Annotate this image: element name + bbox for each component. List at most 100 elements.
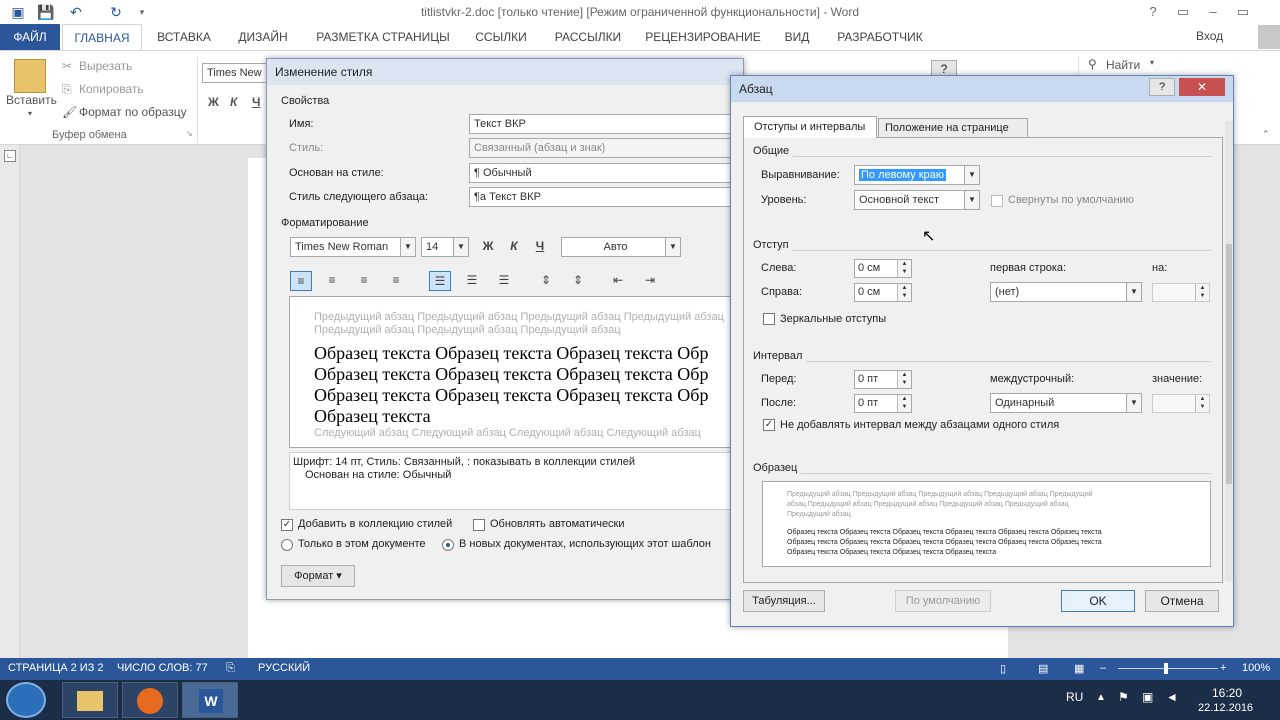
align-left-icon[interactable]: ≡: [290, 271, 312, 291]
align-justify-icon[interactable]: ≡: [385, 271, 407, 291]
flag-icon[interactable]: ⚑: [1118, 690, 1129, 704]
spin-arrows-icon[interactable]: ▲ ▼: [897, 371, 911, 388]
find-dropdown-icon[interactable]: ▾: [1150, 58, 1154, 67]
font-select[interactable]: Times New Roman ▼: [290, 237, 416, 257]
volume-icon[interactable]: ◄: [1166, 690, 1178, 704]
one-half-spacing-icon[interactable]: ☰: [461, 271, 483, 291]
spin-arrows-icon[interactable]: ▲ ▼: [897, 395, 911, 412]
space-before-icon[interactable]: ⇕: [535, 271, 557, 291]
copy-button[interactable]: Копировать: [79, 82, 144, 96]
spin-arrows-icon[interactable]: ▲ ▼: [1195, 284, 1209, 301]
underline-button[interactable]: Ч: [252, 95, 260, 109]
cut-icon[interactable]: ✂: [62, 59, 72, 73]
cancel-button[interactable]: Отмена: [1145, 590, 1219, 612]
find-button[interactable]: Найти: [1106, 58, 1140, 72]
left-indent-spinner[interactable]: 0 см ▲ ▼: [854, 259, 912, 278]
tab-review[interactable]: РЕЦЕНЗИРОВАНИЕ: [642, 24, 764, 50]
tab-references[interactable]: ССЫЛКИ: [470, 24, 532, 50]
language-indicator[interactable]: РУССКИЙ: [258, 662, 310, 674]
before-spinner[interactable]: 0 пт ▲ ▼: [854, 370, 912, 389]
only-this-doc-radio[interactable]: [281, 539, 293, 551]
right-indent-spinner[interactable]: 0 см ▲ ▼: [854, 283, 912, 302]
spin-arrows-icon[interactable]: ▲ ▼: [1195, 395, 1209, 412]
underline-toggle[interactable]: Ч: [529, 237, 551, 257]
tab-home[interactable]: ГЛАВНАЯ: [62, 24, 142, 51]
increase-indent-icon[interactable]: ⇥: [639, 271, 661, 291]
collapse-ribbon-icon[interactable]: ⌃: [1262, 129, 1270, 140]
tab-layout[interactable]: РАЗМЕТКА СТРАНИЦЫ: [312, 24, 454, 50]
font-name-box[interactable]: Times New: [202, 63, 272, 83]
single-spacing-icon[interactable]: ☰: [429, 271, 451, 291]
zoom-out-icon[interactable]: –: [1100, 662, 1106, 674]
level-select[interactable]: Основной текст ▼: [854, 190, 980, 210]
value-spinner[interactable]: ▲ ▼: [1152, 394, 1210, 413]
paste-icon[interactable]: [14, 59, 46, 93]
bold-toggle[interactable]: Ж: [477, 237, 499, 257]
maximize-icon[interactable]: ▭: [1230, 2, 1256, 22]
word-taskbar-icon[interactable]: W: [182, 682, 238, 718]
read-mode-icon[interactable]: ▯: [1000, 662, 1006, 675]
signin-link[interactable]: Вход: [1196, 29, 1223, 43]
tray-expand-icon[interactable]: ▲: [1096, 692, 1106, 703]
line-spacing-select[interactable]: Одинарный ▼: [990, 393, 1142, 413]
tab-indents[interactable]: Отступы и интервалы: [743, 116, 877, 138]
binoculars-icon[interactable]: ⚲: [1088, 57, 1097, 71]
avatar[interactable]: [1258, 25, 1280, 49]
proofing-icon[interactable]: ⎘: [226, 662, 235, 675]
name-input[interactable]: Текст ВКР: [469, 114, 739, 134]
help-icon[interactable]: ?: [1140, 2, 1166, 22]
tab-developer[interactable]: РАЗРАБОТЧИК: [832, 24, 928, 50]
clock-time[interactable]: 16:20: [1212, 686, 1242, 700]
color-select[interactable]: Авто ▼: [561, 237, 681, 257]
format-painter-button[interactable]: Формат по образцу: [79, 105, 187, 119]
firefox-icon[interactable]: [122, 682, 178, 718]
close-button[interactable]: ✕: [1179, 78, 1225, 96]
paste-button[interactable]: Вставить: [6, 93, 57, 107]
add-to-gallery-checkbox[interactable]: ✓: [281, 519, 293, 531]
paste-dropdown-icon[interactable]: ▾: [28, 109, 32, 118]
tab-file[interactable]: ФАЙЛ: [0, 24, 60, 50]
ok-button[interactable]: OK: [1061, 590, 1135, 612]
format-button[interactable]: Формат ▾: [281, 565, 355, 587]
based-on-select[interactable]: ¶ Обычный: [469, 163, 739, 183]
word-count[interactable]: ЧИСЛО СЛОВ: 77: [117, 662, 208, 674]
scrollbar-thumb[interactable]: [1226, 244, 1232, 484]
help-button[interactable]: ?: [1149, 78, 1175, 96]
after-spinner[interactable]: 0 пт ▲ ▼: [854, 394, 912, 413]
align-center-icon[interactable]: ≡: [321, 271, 343, 291]
align-right-icon[interactable]: ≡: [353, 271, 375, 291]
first-line-select[interactable]: (нет) ▼: [990, 282, 1142, 302]
spin-arrows-icon[interactable]: ▲ ▼: [897, 284, 911, 301]
tabs-button[interactable]: Табуляция...: [743, 590, 825, 612]
next-style-select[interactable]: ¶a Текст ВКР: [469, 187, 739, 207]
by-spinner[interactable]: ▲ ▼: [1152, 283, 1210, 302]
spin-arrows-icon[interactable]: ▲ ▼: [897, 260, 911, 277]
format-painter-icon[interactable]: 🖌: [62, 105, 77, 119]
size-select[interactable]: 14 ▼: [421, 237, 469, 257]
language-switcher[interactable]: RU: [1066, 690, 1083, 704]
minimize-icon[interactable]: –: [1200, 2, 1226, 22]
collapsed-checkbox[interactable]: [991, 195, 1003, 207]
no-space-checkbox[interactable]: ✓: [763, 419, 775, 431]
tab-stop-selector-icon[interactable]: ∟: [4, 150, 16, 162]
italic-button[interactable]: К: [230, 95, 237, 109]
print-layout-icon[interactable]: ▤: [1038, 662, 1048, 675]
auto-update-checkbox[interactable]: [473, 519, 485, 531]
page-count[interactable]: СТРАНИЦА 2 ИЗ 2: [8, 662, 104, 674]
web-layout-icon[interactable]: ▦: [1074, 662, 1084, 675]
mirror-indents-checkbox[interactable]: [763, 313, 775, 325]
zoom-slider[interactable]: [1118, 668, 1218, 669]
tab-position[interactable]: Положение на странице: [878, 118, 1028, 138]
bold-button[interactable]: Ж: [208, 95, 219, 109]
ribbon-display-icon[interactable]: ▭: [1170, 2, 1196, 22]
italic-toggle[interactable]: К: [503, 237, 525, 257]
explorer-icon[interactable]: [62, 682, 118, 718]
clock-date[interactable]: 22.12.2016: [1198, 702, 1253, 714]
zoom-level[interactable]: 100%: [1242, 662, 1270, 674]
tab-design[interactable]: ДИЗАЙН: [232, 24, 294, 50]
alignment-select[interactable]: По левому краю ▼: [854, 165, 980, 185]
cut-button[interactable]: Вырезать: [79, 59, 132, 73]
network-icon[interactable]: ▣: [1142, 690, 1153, 704]
zoom-in-icon[interactable]: +: [1220, 662, 1226, 674]
decrease-indent-icon[interactable]: ⇤: [607, 271, 629, 291]
